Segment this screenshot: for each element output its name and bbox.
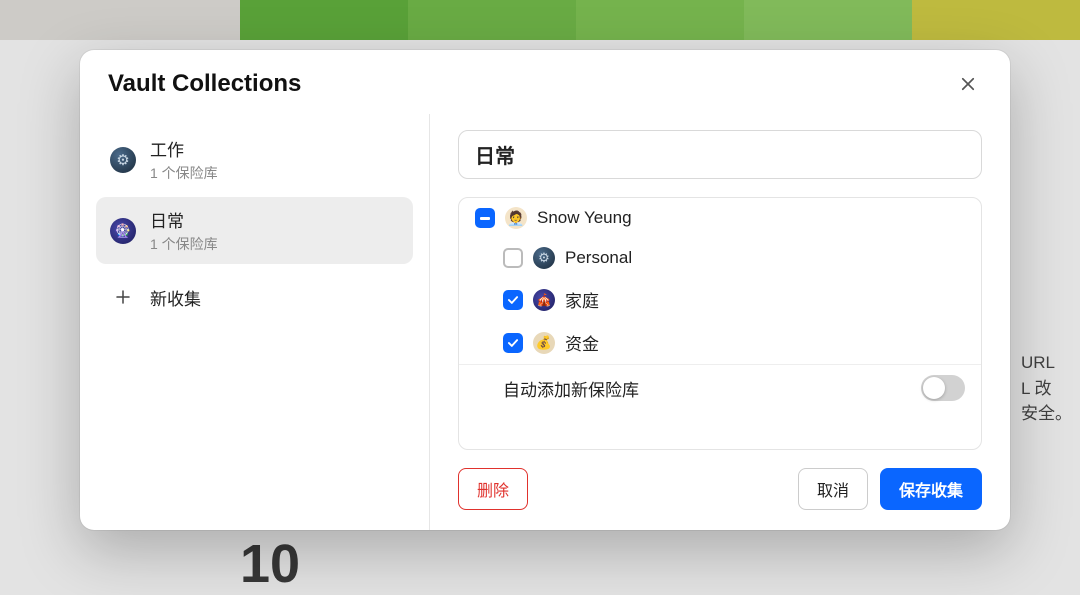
editor-footer: 删除 取消 保存收集: [458, 468, 982, 510]
vault-checkbox[interactable]: [503, 333, 523, 353]
vault-icon: [533, 289, 555, 311]
collection-icon: [110, 147, 136, 173]
collections-sidebar: 工作 1 个保险库 日常 1 个保险库 新收集: [80, 114, 430, 530]
vault-name: 资金: [565, 330, 599, 355]
dialog-title: Vault Collections: [108, 70, 301, 98]
vault-icon: [533, 247, 555, 269]
new-collection-label: 新收集: [150, 285, 201, 310]
vault-row-family[interactable]: 家庭: [459, 278, 981, 321]
collection-subtitle: 1 个保险库: [150, 163, 218, 183]
account-checkbox-indeterminate[interactable]: [475, 208, 495, 228]
vault-icon: [533, 332, 555, 354]
footer-right: 取消 保存收集: [798, 468, 982, 510]
collection-name: 工作: [150, 136, 218, 161]
vault-checkbox[interactable]: [503, 290, 523, 310]
close-icon: [959, 75, 977, 93]
account-row[interactable]: Snow Yeung: [459, 198, 981, 238]
auto-add-label: 自动添加新保险库: [503, 376, 639, 401]
save-button[interactable]: 保存收集: [880, 468, 982, 510]
plus-icon: [110, 284, 136, 310]
new-collection-button[interactable]: 新收集: [96, 272, 413, 322]
collection-name: 日常: [150, 207, 218, 232]
auto-add-row: 自动添加新保险库: [459, 364, 981, 411]
collection-text: 工作 1 个保险库: [150, 136, 218, 183]
vault-checkbox[interactable]: [503, 248, 523, 268]
dialog-header: Vault Collections: [80, 50, 1010, 114]
collection-text: 日常 1 个保险库: [150, 207, 218, 254]
check-icon: [506, 293, 520, 307]
collection-icon: [110, 218, 136, 244]
vault-row-money[interactable]: 资金: [459, 321, 981, 364]
avatar-icon: [505, 207, 527, 229]
vault-name: Personal: [565, 248, 632, 268]
vault-tree: Snow Yeung Personal 家庭: [458, 197, 982, 450]
vault-collections-dialog: Vault Collections 工作 1 个保险库 日常 1 个保险库: [80, 50, 1010, 530]
cancel-button[interactable]: 取消: [798, 468, 868, 510]
vault-name: 家庭: [565, 287, 599, 312]
dialog-body: 工作 1 个保险库 日常 1 个保险库 新收集: [80, 114, 1010, 530]
account-name: Snow Yeung: [537, 208, 632, 228]
auto-add-toggle[interactable]: [921, 375, 965, 401]
collection-subtitle: 1 个保险库: [150, 234, 218, 254]
vault-row-personal[interactable]: Personal: [459, 238, 981, 278]
delete-button[interactable]: 删除: [458, 468, 528, 510]
collection-item-daily[interactable]: 日常 1 个保险库: [96, 197, 413, 264]
collection-item-work[interactable]: 工作 1 个保险库: [96, 126, 413, 193]
check-icon: [506, 336, 520, 350]
editor-panel: Snow Yeung Personal 家庭: [430, 114, 1010, 530]
collection-name-input[interactable]: [458, 130, 982, 179]
close-button[interactable]: [954, 70, 982, 98]
